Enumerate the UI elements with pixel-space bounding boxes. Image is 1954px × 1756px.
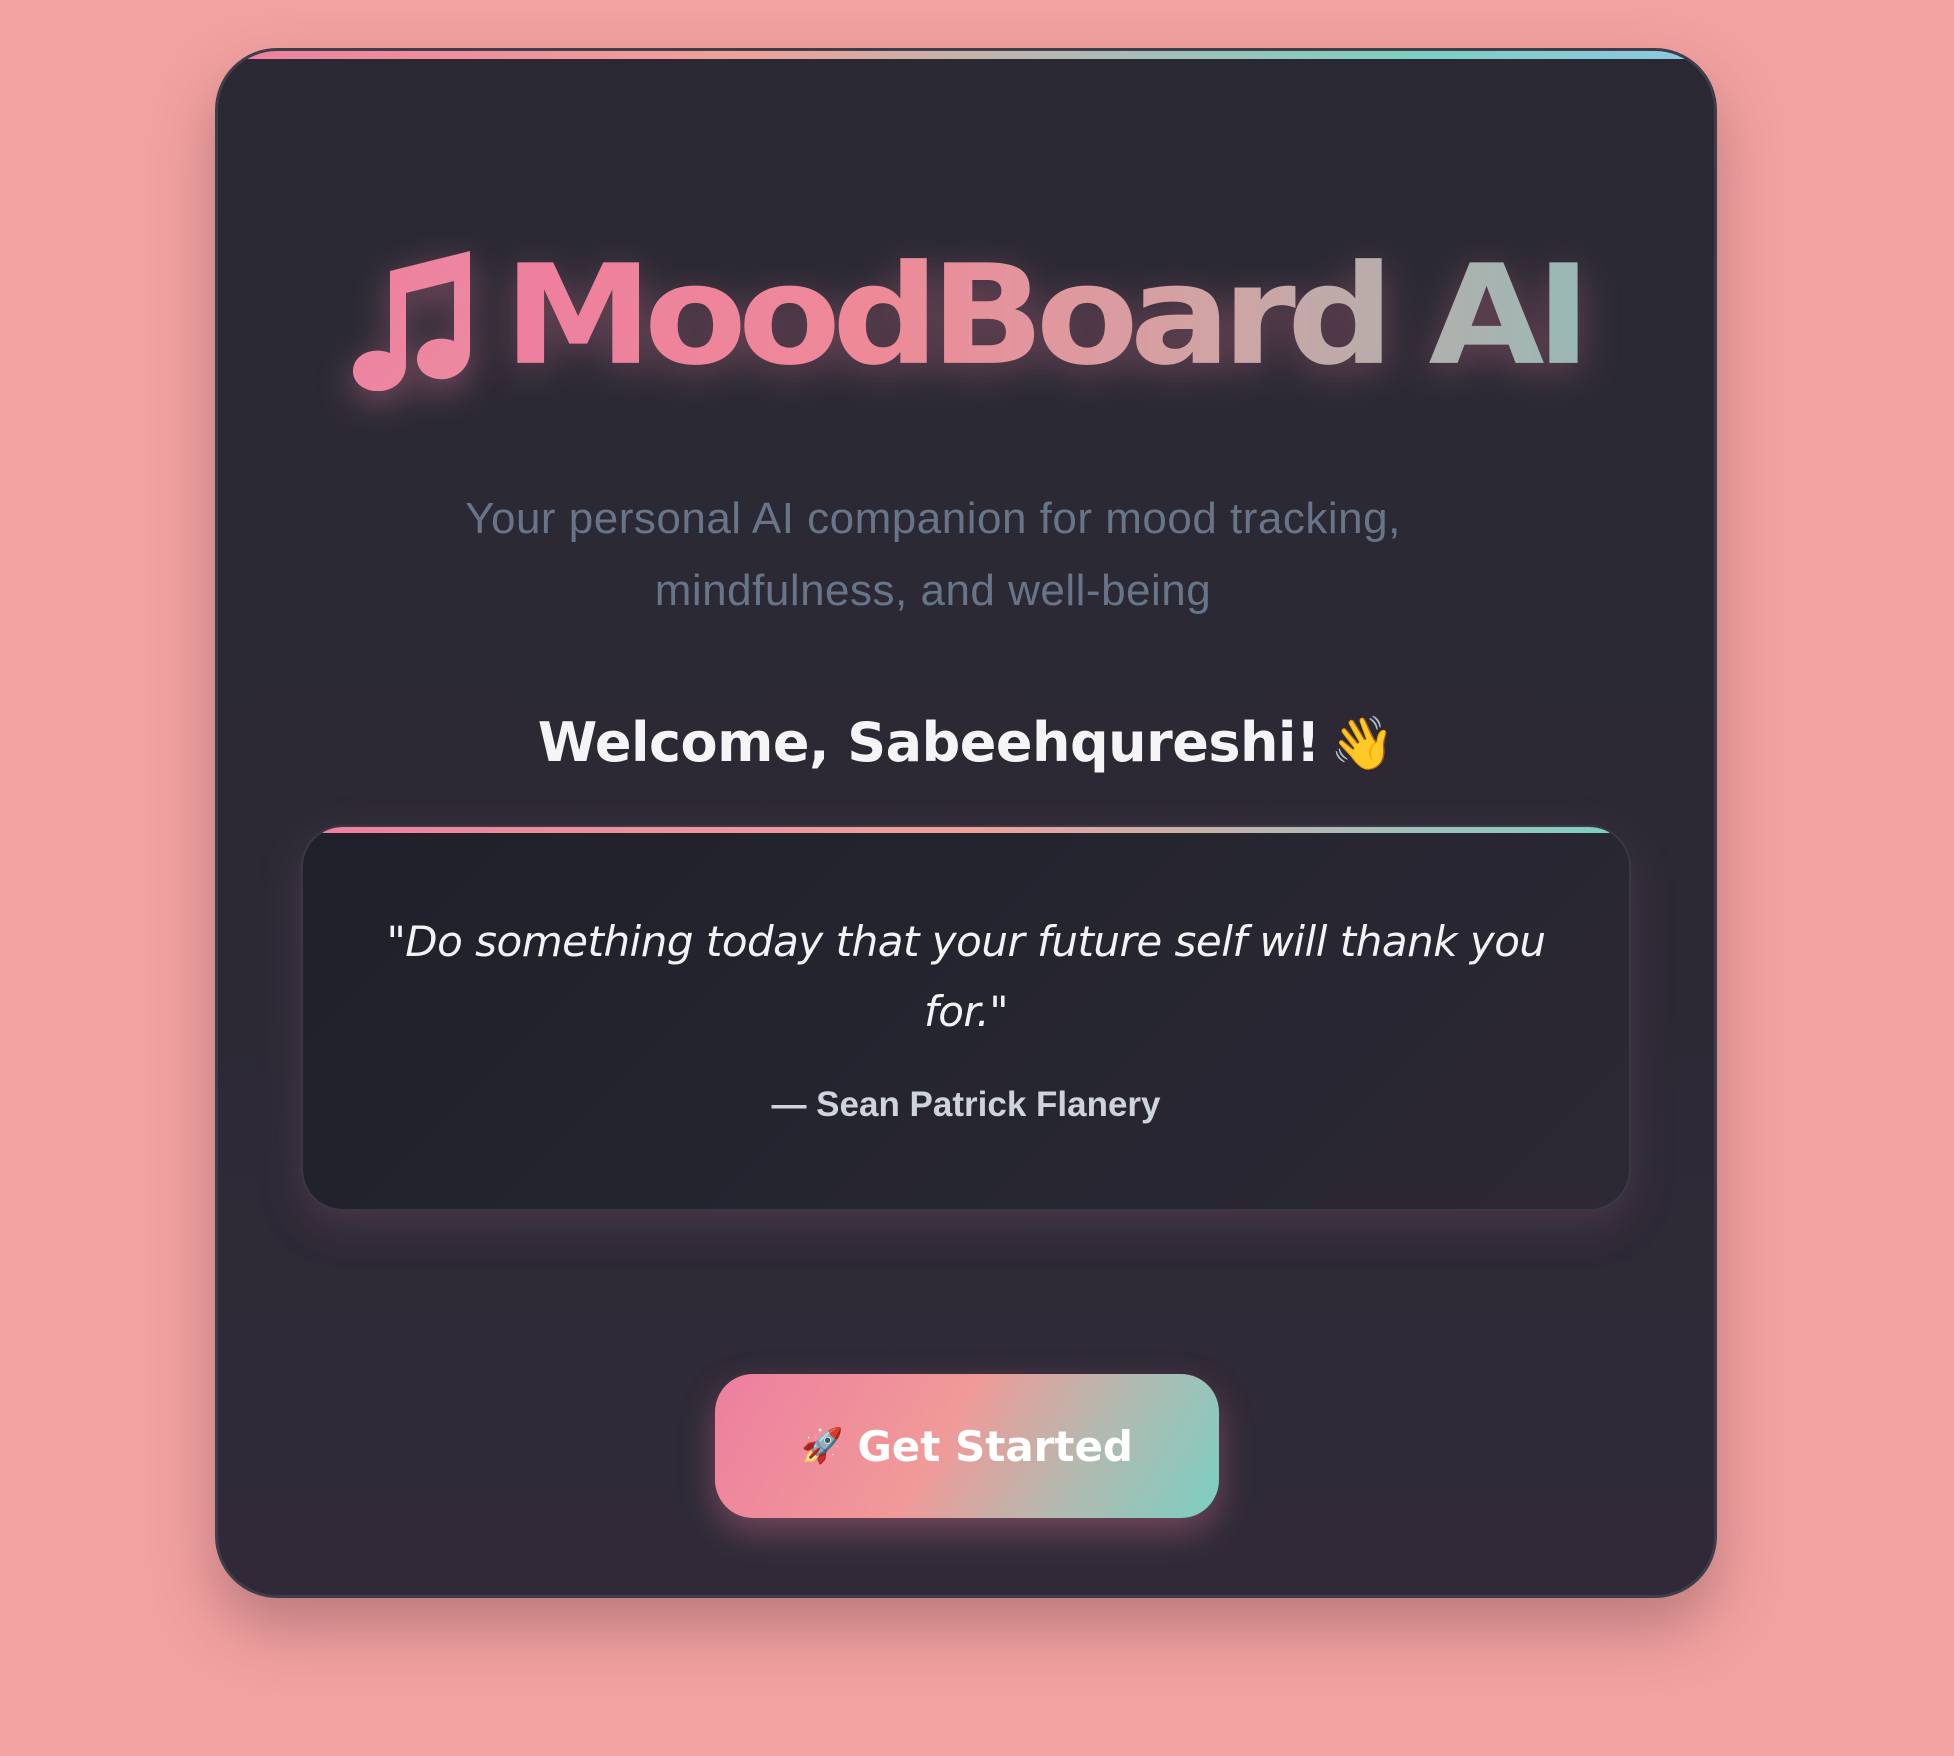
welcome-heading: Welcome, Sabeehqureshi! 👋 xyxy=(218,711,1714,774)
get-started-label: Get Started xyxy=(857,1421,1133,1471)
app-title: MoodBoard AI xyxy=(503,235,1592,397)
card-gradient-bar xyxy=(218,51,1714,59)
welcome-card: MoodBoard AI Your personal AI companion … xyxy=(215,48,1717,1598)
app-logo: MoodBoard AI xyxy=(218,221,1714,411)
tagline-line-2: mindfulness, and well-being xyxy=(654,566,1212,615)
quote-gradient-bar xyxy=(303,827,1629,833)
waving-hand-icon: 👋 xyxy=(1330,714,1395,774)
rocket-icon: 🚀 xyxy=(800,1426,844,1466)
music-note-icon xyxy=(352,251,470,391)
quote-author: — Sean Patrick Flanery xyxy=(771,1085,1161,1124)
quote-card: "Do something today that your future sel… xyxy=(301,825,1631,1211)
get-started-button[interactable]: 🚀 Get Started xyxy=(715,1374,1219,1518)
welcome-text: Welcome, Sabeehqureshi! xyxy=(537,711,1321,774)
quote-text: "Do something today that your future sel… xyxy=(386,917,1546,1036)
tagline-line-1: Your personal AI companion for mood trac… xyxy=(465,494,1401,543)
app-tagline: Your personal AI companion for mood trac… xyxy=(363,483,1503,627)
